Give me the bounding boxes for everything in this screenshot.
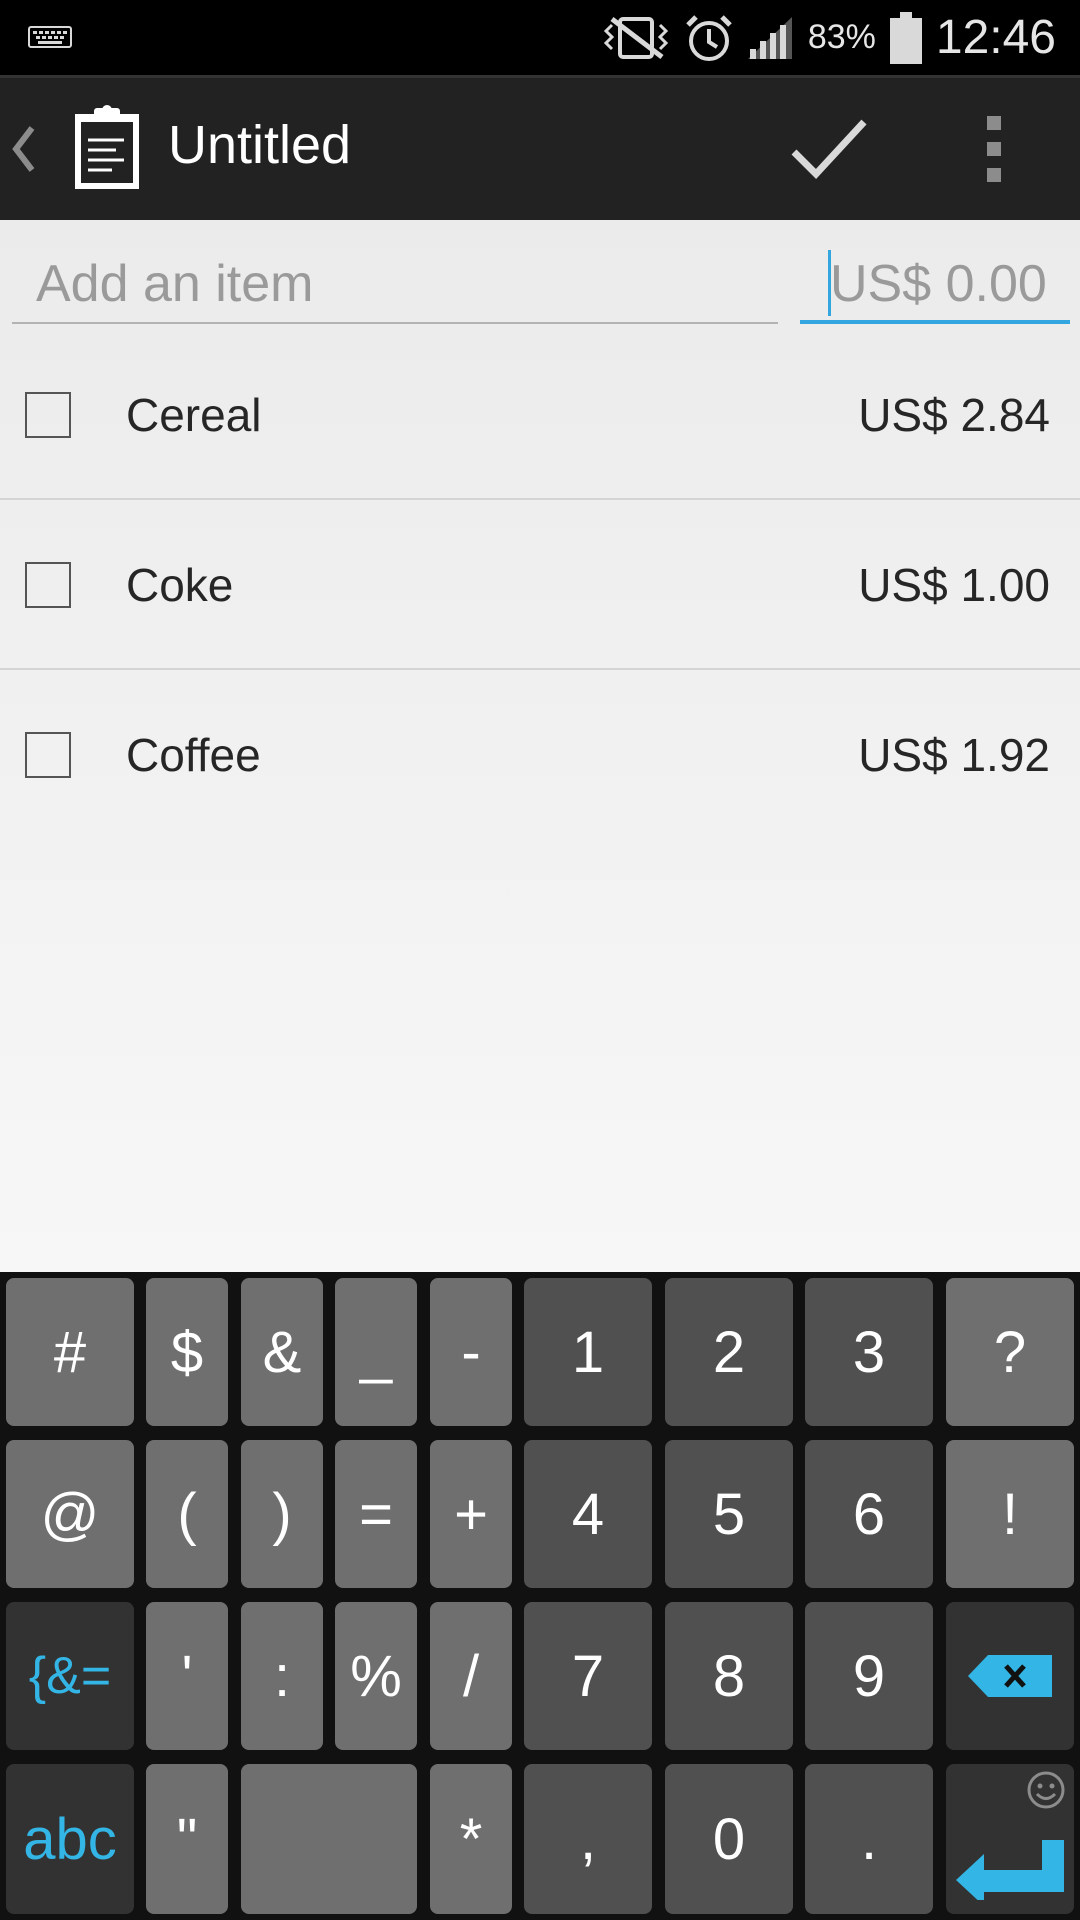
key-5[interactable]: 5 xyxy=(665,1440,793,1588)
item-checkbox[interactable] xyxy=(25,562,71,608)
key-close-paren[interactable]: ) xyxy=(241,1440,323,1588)
key-slash[interactable]: / xyxy=(430,1602,512,1750)
key-1[interactable]: 1 xyxy=(524,1278,652,1426)
key-3[interactable]: 3 xyxy=(805,1278,933,1426)
key-0[interactable]: 0 xyxy=(665,1764,793,1914)
add-item-row: Add an item US$ 0.00 xyxy=(0,220,1080,330)
key-abc[interactable]: abc xyxy=(6,1764,134,1914)
item-name: Coke xyxy=(126,559,234,611)
key-space[interactable] xyxy=(241,1764,417,1914)
vibrate-off-icon xyxy=(603,16,668,59)
price-placeholder: US$ 0.00 xyxy=(830,255,1047,313)
list-item[interactable]: Coke US$ 1.00 xyxy=(0,500,1080,670)
item-list: Cereal US$ 2.84 Coke US$ 1.00 Coffee US$… xyxy=(0,330,1080,840)
clock: 12:46 xyxy=(935,11,1056,64)
key-backspace[interactable] xyxy=(946,1602,1074,1750)
item-price: US$ 1.92 xyxy=(858,729,1050,781)
shopping-list-content: Add an item US$ 0.00 Cereal US$ 2.84 Cok… xyxy=(0,220,1080,1272)
battery-percent: 83% xyxy=(807,18,876,56)
key-colon[interactable]: : xyxy=(241,1602,323,1750)
key-9[interactable]: 9 xyxy=(805,1602,933,1750)
item-price: US$ 1.00 xyxy=(858,559,1050,611)
key-4[interactable]: 4 xyxy=(524,1440,652,1588)
key-underscore[interactable]: _ xyxy=(335,1278,417,1426)
back-chevron-icon[interactable] xyxy=(10,124,36,174)
signal-icon xyxy=(747,16,792,59)
key-percent[interactable]: % xyxy=(335,1602,417,1750)
add-item-placeholder: Add an item xyxy=(36,255,314,313)
item-checkbox[interactable] xyxy=(25,732,71,778)
key-enter[interactable] xyxy=(946,1764,1074,1914)
key-period[interactable]: . xyxy=(805,1764,933,1914)
status-bar: 83% 12:46 xyxy=(0,0,1080,75)
list-item[interactable]: Coffee US$ 1.92 xyxy=(0,670,1080,840)
key-equals[interactable]: = xyxy=(335,1440,417,1588)
key-hash[interactable]: # xyxy=(6,1278,134,1426)
backspace-icon xyxy=(968,1655,1052,1697)
key-8[interactable]: 8 xyxy=(665,1602,793,1750)
key-2[interactable]: 2 xyxy=(665,1278,793,1426)
key-minus[interactable]: - xyxy=(430,1278,512,1426)
alarm-icon xyxy=(686,14,732,61)
key-6[interactable]: 6 xyxy=(805,1440,933,1588)
key-comma[interactable]: , xyxy=(524,1764,652,1914)
item-name: Cereal xyxy=(126,389,262,441)
action-bar: Untitled xyxy=(0,75,1080,220)
battery-icon xyxy=(889,11,922,64)
emoji-icon xyxy=(1027,1771,1065,1809)
key-7[interactable]: 7 xyxy=(524,1602,652,1750)
key-ampersand[interactable]: & xyxy=(241,1278,323,1426)
key-exclamation[interactable]: ! xyxy=(946,1440,1074,1588)
list-item[interactable]: Cereal US$ 2.84 xyxy=(0,330,1080,500)
symbol-keyboard: # $ & _ - 1 2 3 ? @ ( ) = + 4 5 6 ! {&= … xyxy=(0,1272,1080,1920)
key-more-symbols[interactable]: {&= xyxy=(6,1602,134,1750)
key-asterisk[interactable]: * xyxy=(430,1764,512,1914)
overflow-menu-icon[interactable] xyxy=(980,114,1010,184)
key-open-paren[interactable]: ( xyxy=(146,1440,228,1588)
keyboard-icon xyxy=(28,26,72,48)
add-item-input[interactable]: Add an item xyxy=(12,242,778,324)
key-at[interactable]: @ xyxy=(6,1440,134,1588)
item-price: US$ 2.84 xyxy=(858,389,1050,441)
key-dollar[interactable]: $ xyxy=(146,1278,228,1426)
price-input[interactable]: US$ 0.00 xyxy=(800,242,1070,324)
item-checkbox[interactable] xyxy=(25,392,71,438)
item-name: Coffee xyxy=(126,729,261,781)
key-double-quote[interactable]: " xyxy=(146,1764,228,1914)
clipboard-list-icon[interactable] xyxy=(72,104,142,192)
key-apostrophe[interactable]: ' xyxy=(146,1602,228,1750)
checkmark-icon[interactable] xyxy=(790,116,868,182)
enter-arrow-icon xyxy=(956,1840,1064,1900)
key-question[interactable]: ? xyxy=(946,1278,1074,1426)
key-plus[interactable]: + xyxy=(430,1440,512,1588)
page-title: Untitled xyxy=(168,115,352,175)
